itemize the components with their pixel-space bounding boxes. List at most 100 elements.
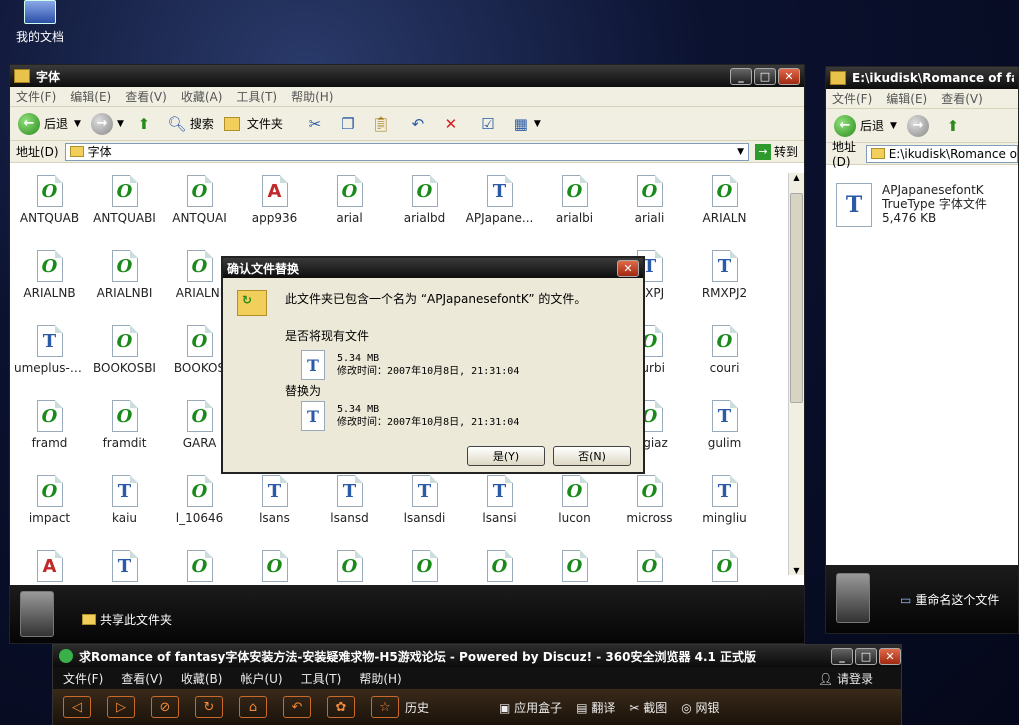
file-item[interactable]: Tlsansi (462, 473, 537, 548)
dialog-titlebar[interactable]: 确认文件替换 ✕ (223, 258, 643, 278)
file-item[interactable]: O ANTQUAB (12, 173, 87, 248)
no-button[interactable]: 否(N) (553, 446, 631, 466)
file-item[interactable]: Olucon (537, 473, 612, 548)
scroll-up-arrow[interactable]: ▲ (789, 173, 804, 187)
file-item[interactable]: Oariali (612, 173, 687, 248)
file-item[interactable]: Tumeplus-g... (12, 323, 87, 398)
file-item[interactable]: Tlsansd (312, 473, 387, 548)
menu-account[interactable]: 帐户(U) (240, 670, 282, 687)
restore-icon[interactable]: ↶ (283, 696, 311, 718)
back-button[interactable]: ← 后退 ▼ (18, 112, 81, 135)
file-item[interactable]: Oimpact (12, 473, 87, 548)
menu-file[interactable]: 文件(F) (63, 670, 103, 687)
close-button[interactable]: ✕ (879, 647, 901, 665)
cut-icon[interactable]: ✂ (305, 114, 325, 134)
go-button[interactable]: → 转到 (754, 143, 798, 160)
share-folder-link[interactable]: 共享此文件夹 (82, 611, 172, 628)
menu-file[interactable]: 文件(F) (16, 88, 56, 105)
menu-edit[interactable]: 编辑(E) (886, 90, 927, 107)
selected-file[interactable]: T APJapanesefontK TrueType 字体文件 5,476 KB (836, 183, 987, 227)
menu-file[interactable]: 文件(F) (832, 90, 872, 107)
back-icon[interactable]: ◁ (63, 696, 91, 718)
file-item[interactable]: Oarialbi (537, 173, 612, 248)
menu-help[interactable]: 帮助(H) (359, 670, 401, 687)
search-button[interactable]: 🔍︎ 搜索 (167, 114, 214, 134)
stop-icon[interactable]: ⊘ (151, 696, 179, 718)
menu-view[interactable]: 查看(V) (941, 90, 983, 107)
file-item[interactable]: Aapp936 (237, 173, 312, 248)
menu-edit[interactable]: 编辑(E) (70, 88, 111, 105)
file-item[interactable]: Ocouri (687, 323, 762, 398)
chevron-down-icon[interactable]: ▼ (74, 119, 81, 129)
copy-icon[interactable]: ❐ (338, 114, 358, 134)
file-item[interactable]: Ol_10646 (162, 473, 237, 548)
screenshot-button[interactable]: ✂ 截图 (629, 699, 667, 716)
file-item[interactable]: Tlsans (237, 473, 312, 548)
menu-tools[interactable]: 工具(T) (236, 88, 277, 105)
file-item[interactable]: O ARIALNB (12, 248, 87, 323)
app-box-button[interactable]: ▣ 应用盒子 (499, 699, 562, 716)
browser-titlebar[interactable]: 求Romance of fantasy字体安装方法-安装疑难求物-H5游戏论坛 … (53, 645, 901, 667)
file-item[interactable]: Oframd (12, 398, 87, 473)
file-item[interactable]: Oarial (312, 173, 387, 248)
explorer-titlebar[interactable]: 字体 _ □ ✕ (10, 65, 804, 87)
refresh-icon[interactable]: ↻ (195, 696, 223, 718)
menu-tools[interactable]: 工具(T) (301, 670, 342, 687)
file-item[interactable]: O ARIALNBI (87, 248, 162, 323)
translate-button[interactable]: ▤ 翻译 (576, 699, 615, 716)
favorites-star-icon[interactable]: ☆ (371, 696, 399, 718)
login-link[interactable]: 👤︎ 请登录 (818, 670, 891, 687)
chevron-down-icon[interactable]: ▼ (534, 119, 541, 129)
file-item[interactable]: O BOOKOSBI (87, 323, 162, 398)
menu-favorites[interactable]: 收藏(A) (181, 88, 223, 105)
file-item[interactable]: T APJapane... (462, 173, 537, 248)
chevron-down-icon[interactable]: ▼ (737, 147, 744, 157)
right-titlebar[interactable]: E:\ikudisk\Romance of fanta (826, 67, 1018, 89)
vertical-scrollbar[interactable]: ▲ ▼ (788, 173, 804, 575)
maximize-button[interactable]: □ (754, 67, 776, 85)
properties-icon[interactable]: ☑ (478, 114, 498, 134)
menu-view[interactable]: 查看(V) (121, 670, 163, 687)
file-item[interactable]: Omicross (612, 473, 687, 548)
forward-icon[interactable]: ▷ (107, 696, 135, 718)
dialog-close-button[interactable]: ✕ (617, 259, 639, 277)
netbank-button[interactable]: ◎ 网银 (681, 699, 719, 716)
file-item[interactable]: Tkaiu (87, 473, 162, 548)
up-button[interactable]: ⬆ (134, 114, 157, 134)
chevron-down-icon[interactable]: ▼ (890, 121, 897, 131)
chevron-down-icon[interactable]: ▼ (117, 119, 124, 129)
address-input[interactable]: 字体 ▼ (64, 142, 749, 161)
views-icon[interactable]: ▦ (511, 114, 531, 134)
menu-view[interactable]: 查看(V) (125, 88, 167, 105)
file-item[interactable]: Tlsansdi (387, 473, 462, 548)
home-icon[interactable]: ⌂ (239, 696, 267, 718)
file-item[interactable]: O ANTQUAI (162, 173, 237, 248)
file-item[interactable]: Oarialbd (387, 173, 462, 248)
undo-icon[interactable]: ↶ (408, 114, 428, 134)
back-button[interactable]: ← 后退 ▼ (834, 114, 897, 137)
file-item[interactable]: Tmingliu (687, 473, 762, 548)
file-item[interactable]: O ANTQUABI (87, 173, 162, 248)
delete-icon[interactable]: ✕ (441, 114, 461, 134)
paw-icon[interactable]: ✿ (327, 696, 355, 718)
yes-button[interactable]: 是(Y) (467, 446, 545, 466)
menu-help[interactable]: 帮助(H) (291, 88, 333, 105)
close-button[interactable]: ✕ (778, 67, 800, 85)
rename-file-link[interactable]: ▭ 重命名这个文件 (900, 591, 999, 608)
file-item[interactable]: T RMXPJ2 (687, 248, 762, 323)
minimize-button[interactable]: _ (831, 647, 853, 665)
scrollbar-thumb[interactable] (790, 193, 803, 403)
scroll-down-arrow[interactable]: ▼ (789, 566, 804, 575)
file-item[interactable]: Tgulim (687, 398, 762, 473)
folders-button[interactable]: 文件夹 (223, 114, 283, 134)
menu-favorites[interactable]: 收藏(B) (181, 670, 223, 687)
maximize-button[interactable]: □ (855, 647, 877, 665)
forward-button[interactable]: → (906, 114, 933, 137)
right-address-input[interactable]: E:\ikudisk\Romance o (865, 144, 1018, 163)
file-item[interactable]: Oframdit (87, 398, 162, 473)
history-label[interactable]: 历史 (405, 699, 429, 716)
minimize-button[interactable]: _ (730, 67, 752, 85)
folder-up-icon[interactable]: ⬆ (943, 116, 963, 136)
forward-button[interactable]: → ▼ (90, 112, 124, 135)
file-item[interactable]: O ARIALN (687, 173, 762, 248)
